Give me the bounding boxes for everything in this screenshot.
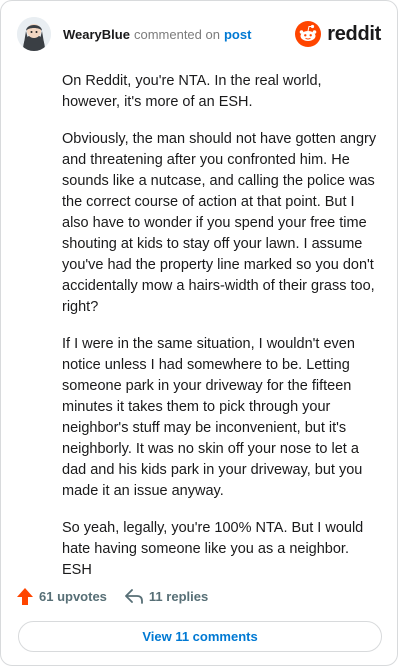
comment-header: WearyBlue commented on post reddit: [17, 17, 381, 51]
reply-count: 11 replies: [148, 588, 209, 604]
comment-paragraph: Obviously, the man should not have gotte…: [62, 131, 377, 315]
replies-button[interactable]: 11 replies: [125, 589, 208, 604]
comment-paragraph: So yeah, legally, you're 100% NTA. But I…: [62, 520, 364, 578]
comment-paragraph: If I were in the same situation, I would…: [62, 336, 363, 499]
brand-wordmark: reddit: [327, 22, 381, 45]
comment-actions: 61 upvotes 11 replies: [17, 585, 208, 607]
comment-paragraph: On Reddit, you're NTA. In the real world…: [62, 73, 322, 110]
view-comments-button[interactable]: View 11 comments: [18, 621, 382, 652]
reply-arrow-icon: [125, 588, 143, 604]
upvote-arrow-icon: [17, 587, 33, 605]
avatar[interactable]: [17, 17, 51, 51]
reddit-snoo-icon: [295, 21, 322, 47]
avatar-image: [17, 17, 51, 51]
upvote-button[interactable]: 61 upvotes: [17, 587, 107, 605]
comment-body: On Reddit, you're NTA. In the real world…: [62, 71, 380, 597]
reddit-logo[interactable]: reddit: [295, 21, 381, 47]
post-link[interactable]: post: [224, 27, 251, 42]
commented-on-text: commented on: [133, 26, 220, 42]
comment-card: WearyBlue commented on post reddit On Redd…: [0, 0, 398, 666]
comment-meta: WearyBlue commented on post: [63, 27, 251, 42]
username-link[interactable]: WearyBlue: [63, 27, 130, 42]
upvote-count: 61 upvotes: [39, 588, 107, 604]
